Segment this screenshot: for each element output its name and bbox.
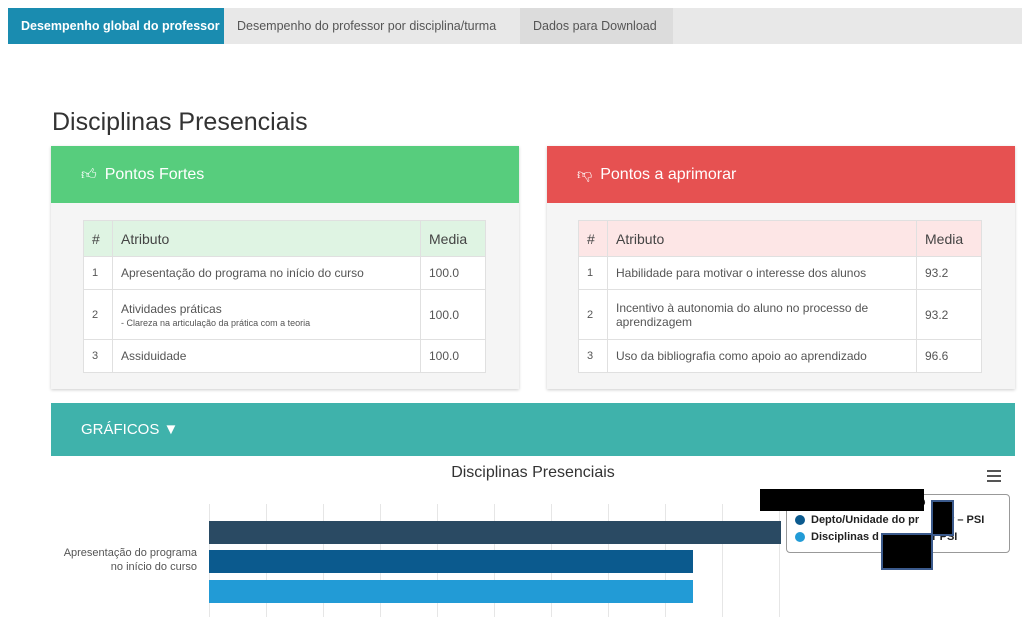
col-media: Media (420, 220, 486, 257)
table-row: 1 Apresentação do programa no início do … (83, 256, 486, 290)
strengths-title: Pontos Fortes (104, 165, 205, 183)
row-number: 3 (578, 339, 608, 373)
chart-bar-series-1[interactable] (209, 521, 781, 544)
col-media: Media (916, 220, 982, 257)
strengths-table: # Atributo Media 1 Apresentação do progr… (83, 220, 486, 373)
redaction-box (881, 533, 933, 570)
row-attribute: Habilidade para motivar o interesse dos … (607, 256, 917, 290)
improve-table: # Atributo Media 1 Habilidade para motiv… (578, 220, 982, 373)
row-attribute-sub: - Clareza na articulação da prática com … (121, 317, 311, 328)
thumbs-up-icon: 👍︎ (81, 165, 97, 183)
redaction-box (760, 489, 924, 511)
legend-marker (795, 515, 805, 525)
chart-bar-series-2[interactable] (209, 550, 693, 573)
table-row: 1 Habilidade para motivar o interesse do… (578, 256, 982, 290)
chart-container: Disciplinas Presenciais Apresentação do … (51, 456, 1015, 617)
row-number: 1 (578, 256, 608, 290)
redaction-box (931, 500, 954, 536)
chart-bar-series-3[interactable] (209, 580, 693, 603)
col-number: # (83, 220, 113, 257)
row-attribute: Incentivo à autonomia do aluno no proces… (607, 289, 917, 340)
row-media: 96.6 (916, 339, 982, 373)
improve-title: Pontos a aprimorar (600, 165, 737, 183)
legend-item[interactable]: Depto/Unidade do pr sor – PSI (795, 514, 984, 526)
tab-bar: Desempenho global do professor Desempenh… (8, 8, 1022, 44)
row-attribute: Atividades práticas - Clareza na articul… (112, 289, 421, 340)
chart-title: Disciplinas Presenciais (451, 464, 615, 481)
table-row: 2 Atividades práticas - Clareza na artic… (83, 289, 486, 340)
tab-desempenho-disciplina[interactable]: Desempenho do professor por disciplina/t… (224, 8, 520, 44)
strengths-panel: 👍︎ Pontos Fortes # Atributo Media 1 Apre… (51, 146, 519, 389)
row-number: 2 (578, 289, 608, 340)
table-row: 2 Incentivo à autonomia do aluno no proc… (578, 289, 982, 340)
hamburger-menu-icon[interactable] (987, 470, 1001, 485)
legend-label: Depto/Unidade do pr (811, 514, 920, 526)
improve-header: 👎︎ Pontos a aprimorar (547, 146, 1015, 203)
row-media: 93.2 (916, 289, 982, 340)
row-media: 100.0 (420, 339, 486, 373)
row-attribute-main: Atividades práticas (121, 301, 222, 316)
col-number: # (578, 220, 608, 257)
legend-marker (795, 532, 805, 542)
row-attribute: Apresentação do programa no início do cu… (112, 256, 421, 290)
row-media: 100.0 (420, 256, 486, 290)
row-number: 3 (83, 339, 113, 373)
strengths-header: 👍︎ Pontos Fortes (51, 146, 519, 203)
row-number: 2 (83, 289, 113, 340)
row-number: 1 (83, 256, 113, 290)
chart-category-label: Apresentação do programa no início do cu… (63, 547, 197, 573)
thumbs-down-icon: 👎︎ (577, 165, 593, 183)
col-atributo: Atributo (607, 220, 917, 257)
row-attribute: Uso da bibliografia como apoio ao aprend… (607, 339, 917, 373)
page-title: Disciplinas Presenciais (52, 108, 308, 136)
legend-label: Disciplinas d (811, 531, 879, 543)
tab-desempenho-global[interactable]: Desempenho global do professor (8, 8, 224, 44)
table-row: 3 Uso da bibliografia como apoio ao apre… (578, 339, 982, 373)
improve-panel: 👎︎ Pontos a aprimorar # Atributo Media 1… (547, 146, 1015, 389)
row-media: 93.2 (916, 256, 982, 290)
graficos-toggle[interactable]: GRÁFICOS ▼ (51, 403, 1015, 456)
row-media: 100.0 (420, 289, 486, 340)
table-row: 3 Assiduidade 100.0 (83, 339, 486, 373)
col-atributo: Atributo (112, 220, 421, 257)
tab-dados-download[interactable]: Dados para Download (520, 8, 673, 44)
row-attribute: Assiduidade (112, 339, 421, 373)
